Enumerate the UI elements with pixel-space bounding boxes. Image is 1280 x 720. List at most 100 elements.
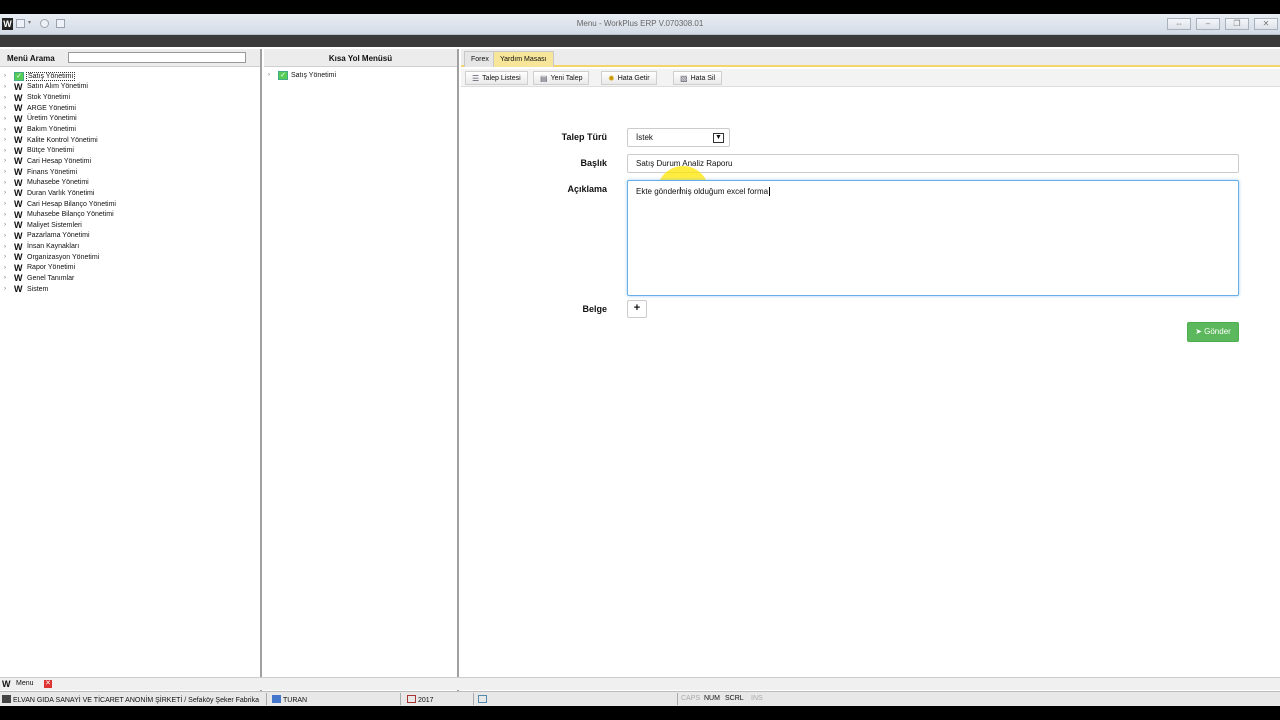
expand-arrow-icon[interactable]: › bbox=[4, 254, 14, 260]
tree-item[interactable]: › ✓ Satış Yönetimi bbox=[4, 71, 117, 82]
check-icon: ✓ bbox=[14, 71, 24, 81]
expand-arrow-icon[interactable]: › bbox=[4, 275, 14, 281]
get-error-label: Hata Getir bbox=[617, 74, 650, 82]
expand-arrow-icon[interactable]: › bbox=[4, 84, 14, 90]
tab-forex[interactable]: Forex bbox=[464, 51, 496, 67]
tree-item-label: Pazarlama Yönetimi bbox=[27, 232, 90, 240]
maximize-button[interactable]: ❐ bbox=[1225, 18, 1249, 30]
tree-item-label: Duran Varlık Yönetimi bbox=[27, 189, 95, 197]
tree-item-label: Cari Hesap Bilanço Yönetimi bbox=[27, 200, 116, 208]
tree-item[interactable]: › W Genel Tanımlar bbox=[4, 273, 117, 284]
expand-arrow-icon[interactable]: › bbox=[4, 286, 14, 292]
status-year: 2017 bbox=[407, 695, 434, 704]
get-error-button[interactable]: ✹ Hata Getir bbox=[601, 71, 657, 85]
minimize-button[interactable]: – bbox=[1196, 18, 1220, 30]
w-logo-icon: W bbox=[14, 135, 23, 146]
description-textarea[interactable]: Ekte göndermiş olduğum excel forma bbox=[627, 180, 1239, 296]
expand-arrow-icon[interactable]: › bbox=[268, 72, 278, 78]
expand-arrow-icon[interactable]: › bbox=[4, 212, 14, 218]
tree-item-label: Genel Tanımlar bbox=[27, 274, 75, 282]
expand-arrow-icon[interactable]: › bbox=[4, 148, 14, 154]
new-request-label: Yeni Talep bbox=[550, 74, 583, 82]
expand-arrow-icon[interactable]: › bbox=[4, 233, 14, 239]
tree-item[interactable]: › W Kalite Kontrol Yönetimi bbox=[4, 135, 117, 146]
add-document-button[interactable]: + bbox=[627, 300, 647, 318]
shortcut-tree: › ✓ Satış Yönetimi bbox=[268, 70, 337, 81]
menu-tree: › ✓ Satış Yönetimi › W Satın Alım Yönetimi › W S… bbox=[4, 71, 117, 294]
w-logo-icon: W bbox=[14, 92, 23, 103]
tree-item[interactable]: › W Duran Varlık Yönetimi bbox=[4, 188, 117, 199]
send-button[interactable]: ➤ Gönder bbox=[1187, 322, 1239, 342]
request-list-button[interactable]: ☰ Talep Listesi bbox=[465, 71, 528, 85]
text-cursor-icon: I bbox=[679, 186, 682, 197]
shortcut-panel: Kısa Yol Menüsü › ✓ Satış Yönetimi bbox=[264, 49, 459, 691]
status-company: ELVAN GIDA SANAYİ VE TİCARET ANONİM ŞİRK… bbox=[2, 695, 259, 704]
w-logo-icon: W bbox=[14, 220, 23, 231]
w-logo-icon: W bbox=[14, 241, 23, 252]
status-divider bbox=[400, 693, 401, 705]
expand-arrow-icon[interactable]: › bbox=[4, 116, 14, 122]
w-logo-icon: W bbox=[14, 81, 23, 92]
tree-item[interactable]: › W Muhasebe Bilanço Yönetimi bbox=[4, 209, 117, 220]
window-task-tabs: W Menu ✕ bbox=[0, 677, 1280, 690]
menu-search-input[interactable] bbox=[68, 52, 246, 63]
tree-item[interactable]: › W Pazarlama Yönetimi bbox=[4, 231, 117, 242]
w-logo-icon: W bbox=[14, 252, 23, 263]
menu-window-logo-icon[interactable]: W bbox=[2, 679, 12, 690]
chevron-down-icon[interactable]: ▼ bbox=[713, 133, 724, 143]
close-icon[interactable]: ✕ bbox=[44, 680, 52, 688]
tree-item[interactable]: › W Stok Yönetimi bbox=[4, 92, 117, 103]
tree-item[interactable]: › W Üretim Yönetimi bbox=[4, 114, 117, 125]
tree-item-label: Finans Yönetimi bbox=[27, 168, 78, 176]
delete-error-button[interactable]: ▧ Hata Sil bbox=[673, 71, 723, 85]
new-request-button[interactable]: ▤ Yeni Talep bbox=[533, 71, 590, 85]
tree-item[interactable]: › W Bütçe Yönetimi bbox=[4, 145, 117, 156]
send-icon: ➤ bbox=[1195, 327, 1202, 336]
tree-item[interactable]: › W Rapor Yönetimi bbox=[4, 263, 117, 274]
tree-item[interactable]: › W Cari Hesap Yönetimi bbox=[4, 156, 117, 167]
insert-indicator: INS bbox=[751, 695, 763, 702]
status-network bbox=[478, 695, 489, 704]
send-label: Gönder bbox=[1204, 327, 1231, 336]
status-divider bbox=[677, 693, 678, 705]
company-icon bbox=[2, 695, 11, 703]
close-button[interactable]: ✕ bbox=[1254, 18, 1278, 30]
expand-arrow-icon[interactable]: › bbox=[4, 158, 14, 164]
description-label: Açıklama bbox=[567, 184, 607, 194]
title-input[interactable]: Satış Durum Analiz Raporu bbox=[627, 154, 1239, 173]
tree-item[interactable]: › W Cari Hesap Bilanço Yönetimi bbox=[4, 199, 117, 210]
expand-arrow-icon[interactable]: › bbox=[4, 105, 14, 111]
expand-arrow-icon[interactable]: › bbox=[4, 127, 14, 133]
tree-item[interactable]: › W Organizasyon Yönetimi bbox=[4, 252, 117, 263]
expand-arrow-icon[interactable]: › bbox=[4, 169, 14, 175]
request-type-select[interactable]: İstek ▼ bbox=[627, 128, 730, 147]
shortcut-panel-title: Kısa Yol Menüsü bbox=[264, 49, 457, 67]
caps-indicator: CAPS bbox=[681, 695, 701, 702]
user-icon bbox=[272, 695, 281, 703]
w-logo-icon: W bbox=[14, 262, 23, 273]
expand-arrow-icon[interactable]: › bbox=[4, 244, 14, 250]
tree-item[interactable]: › W Muhasebe Yönetimi bbox=[4, 177, 117, 188]
tab-help-desk[interactable]: Yardım Masası bbox=[493, 51, 554, 67]
expand-arrow-icon[interactable]: › bbox=[4, 73, 14, 79]
expand-arrow-icon[interactable]: › bbox=[4, 265, 14, 271]
tree-item-label: Stok Yönetimi bbox=[27, 94, 71, 102]
expand-arrow-icon[interactable]: › bbox=[4, 137, 14, 143]
tree-item-label: Cari Hesap Yönetimi bbox=[27, 157, 92, 165]
tree-item[interactable]: › W Satın Alım Yönetimi bbox=[4, 82, 117, 93]
tree-item[interactable]: › W Bakım Yönetimi bbox=[4, 124, 117, 135]
tree-item[interactable]: › W Sistem bbox=[4, 284, 117, 295]
menu-window-tab[interactable]: Menu bbox=[16, 680, 34, 687]
restore-layout-button[interactable]: ⇔ bbox=[1167, 18, 1191, 30]
tree-item[interactable]: › ✓ Satış Yönetimi bbox=[268, 70, 337, 81]
tree-item[interactable]: › W İnsan Kaynakları bbox=[4, 241, 117, 252]
expand-arrow-icon[interactable]: › bbox=[4, 201, 14, 207]
expand-arrow-icon[interactable]: › bbox=[4, 190, 14, 196]
tree-item[interactable]: › W Finans Yönetimi bbox=[4, 167, 117, 178]
expand-arrow-icon[interactable]: › bbox=[4, 180, 14, 186]
expand-arrow-icon[interactable]: › bbox=[4, 222, 14, 228]
tree-item[interactable]: › W ARGE Yönetimi bbox=[4, 103, 117, 114]
tree-item[interactable]: › W Maliyet Sistemleri bbox=[4, 220, 117, 231]
w-logo-icon: W bbox=[14, 209, 23, 220]
expand-arrow-icon[interactable]: › bbox=[4, 95, 14, 101]
